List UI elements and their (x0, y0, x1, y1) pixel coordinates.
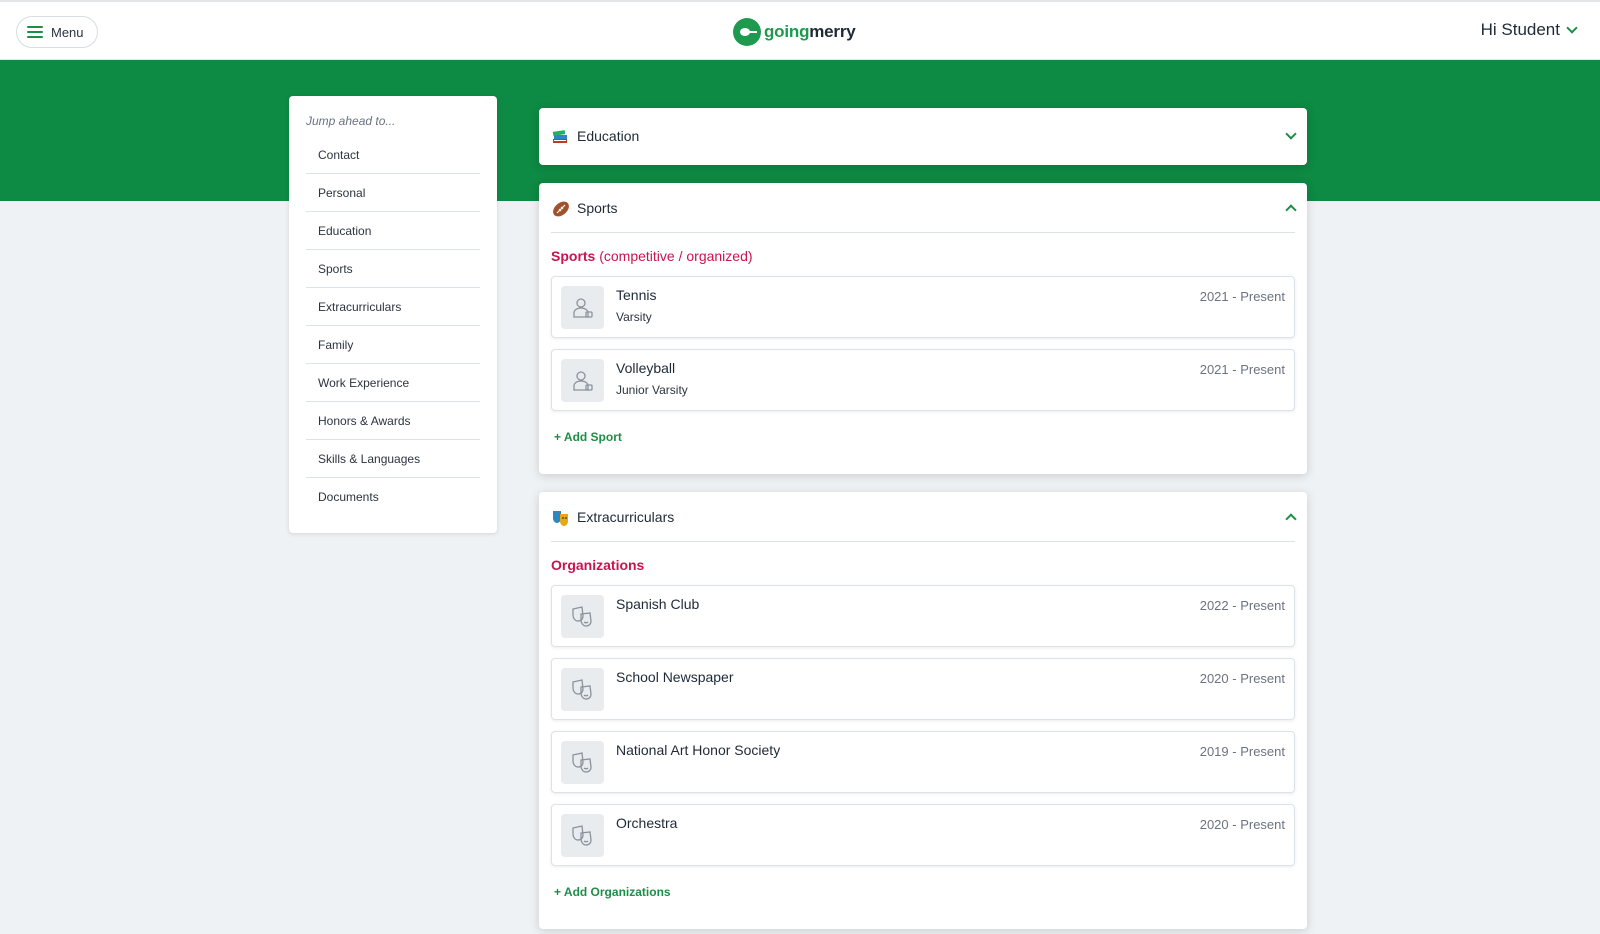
athlete-icon (561, 286, 604, 329)
sidebar-item-family[interactable]: Family (306, 326, 480, 364)
user-menu[interactable]: Hi Student (1480, 20, 1578, 40)
education-card: Education (539, 108, 1307, 165)
sidebar-item-extracurriculars[interactable]: Extracurriculars (306, 288, 480, 326)
sport-name: Volleyball (616, 360, 676, 376)
organization-dates: 2019 - Present (1199, 744, 1285, 759)
hamburger-icon (27, 26, 43, 38)
books-icon (551, 127, 569, 145)
chevron-up-icon[interactable] (1285, 512, 1297, 525)
sport-level: Varsity (616, 310, 652, 324)
logo-merry: merry (809, 22, 856, 41)
jump-ahead-label: Jump ahead to... (306, 114, 396, 128)
athlete-icon (561, 359, 604, 402)
menu-button[interactable]: Menu (16, 16, 98, 48)
extracurriculars-title: Extracurriculars (577, 508, 675, 525)
sport-name: Tennis (616, 287, 657, 303)
sidebar-item-skills-languages[interactable]: Skills & Languages (306, 440, 480, 478)
sidebar-item-work-experience[interactable]: Work Experience (306, 364, 480, 402)
sidebar-item-contact[interactable]: Contact (306, 136, 480, 174)
sports-title: Sports (577, 199, 618, 216)
organization-item[interactable]: School Newspaper 2020 - Present (551, 658, 1295, 720)
user-greeting: Hi Student (1480, 20, 1560, 39)
organization-dates: 2022 - Present (1199, 598, 1285, 613)
football-icon (551, 199, 569, 217)
logo-key-icon (733, 18, 761, 46)
organization-name: Orchestra (616, 815, 678, 831)
sidebar-item-personal[interactable]: Personal (306, 174, 480, 212)
masks-icon (561, 595, 604, 638)
sports-card: Sports Sports (competitive / organized) … (539, 183, 1307, 474)
chevron-down-icon[interactable] (1285, 127, 1297, 140)
education-title: Education (577, 128, 640, 144)
jump-ahead-sidebar: Jump ahead to... Contact Personal Educat… (289, 96, 497, 533)
organization-item[interactable]: National Art Honor Society 2019 - Presen… (551, 731, 1295, 793)
masks-icon (561, 668, 604, 711)
sidebar-item-documents[interactable]: Documents (306, 478, 480, 516)
extracurriculars-body: Organizations Spanish Club 2022 - Presen… (551, 541, 1295, 907)
theater-masks-icon (551, 508, 569, 526)
sidebar-item-education[interactable]: Education (306, 212, 480, 250)
sports-section-title: Sports (competitive / organized) (551, 248, 753, 264)
chevron-up-icon[interactable] (1285, 203, 1297, 216)
sport-dates: 2021 - Present (1199, 362, 1285, 377)
organization-name: School Newspaper (616, 669, 734, 685)
logo[interactable]: goingmerry (733, 17, 856, 47)
sports-section-subtitle: (competitive / organized) (599, 248, 753, 264)
organization-name: National Art Honor Society (616, 742, 781, 758)
organization-dates: 2020 - Present (1199, 671, 1285, 686)
organization-item[interactable]: Spanish Club 2022 - Present (551, 585, 1295, 647)
masks-icon (561, 741, 604, 784)
sports-header[interactable]: Sports (539, 183, 1307, 232)
logo-going: going (764, 22, 810, 41)
masks-icon (561, 814, 604, 857)
extracurriculars-header[interactable]: Extracurriculars (539, 492, 1307, 541)
sport-item[interactable]: Tennis Varsity 2021 - Present (551, 276, 1295, 338)
sidebar-item-sports[interactable]: Sports (306, 250, 480, 288)
chevron-down-icon (1566, 21, 1578, 34)
extracurriculars-card: Extracurriculars Organizations Spanish C… (539, 492, 1307, 929)
sports-body: Sports (competitive / organized) Tennis … (551, 232, 1295, 452)
add-organization-link[interactable]: + Add Organizations (551, 877, 674, 907)
organizations-section-title: Organizations (551, 557, 645, 573)
add-sport-link[interactable]: + Add Sport (551, 422, 625, 452)
sport-level: Junior Varsity (616, 383, 688, 397)
education-header[interactable]: Education (539, 108, 1307, 164)
sidebar-item-honors-awards[interactable]: Honors & Awards (306, 402, 480, 440)
sport-dates: 2021 - Present (1199, 289, 1285, 304)
organization-name: Spanish Club (616, 596, 700, 612)
organization-item[interactable]: Orchestra 2020 - Present (551, 804, 1295, 866)
menu-button-label: Menu (51, 24, 84, 40)
sport-item[interactable]: Volleyball Junior Varsity 2021 - Present (551, 349, 1295, 411)
top-bar: Menu goingmerry Hi Student (0, 0, 1600, 60)
organization-dates: 2020 - Present (1199, 817, 1285, 832)
